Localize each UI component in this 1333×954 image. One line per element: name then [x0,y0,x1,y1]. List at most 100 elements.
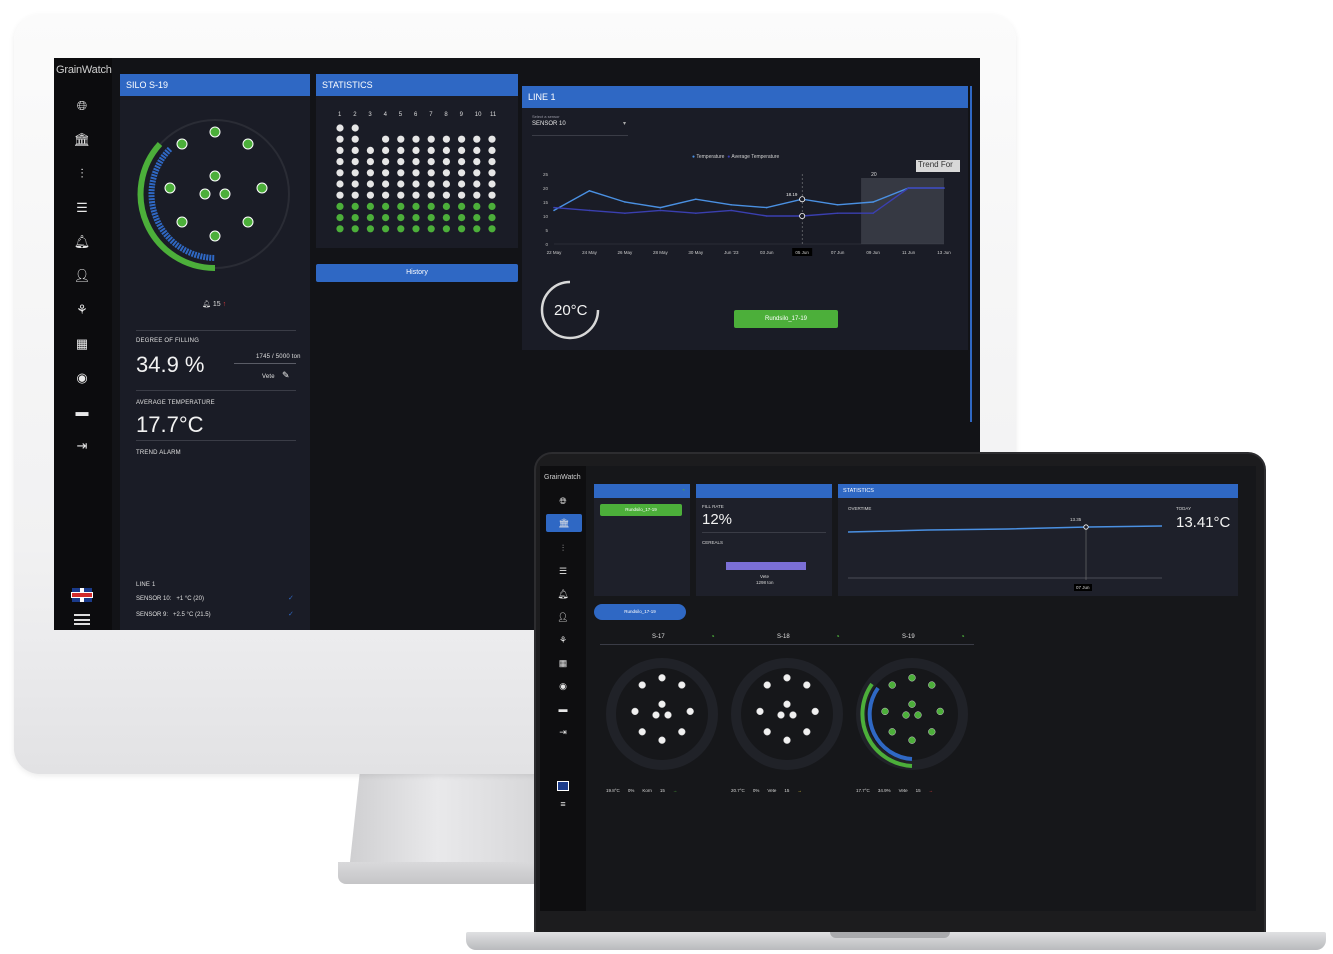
sensor-dot [638,728,646,736]
silo-status-value: 0% [752,788,760,793]
data-point [943,187,945,189]
group-tab[interactable]: Rundsilo_17-19 [594,604,686,620]
signal-icon: ◔ [835,632,840,641]
history-button[interactable]: History [316,264,518,282]
sensor-dot [366,169,374,177]
grain-icon[interactable]: ⚘ [557,635,569,645]
data-point [836,204,839,206]
list-icon[interactable]: ☰ [73,200,91,216]
data-point [659,209,662,212]
eye-icon[interactable]: ◉ [557,681,569,691]
silo-cross-section [606,658,718,770]
divider [136,390,296,391]
sensor-dot [412,191,420,199]
eye-icon[interactable]: ◉ [73,370,91,386]
sensor-dot [382,146,390,154]
sensor-dot [351,135,359,143]
language-flag-icon[interactable] [72,588,92,602]
cereal-name: Vete [760,574,770,579]
avg-temp-value: 17.7°C [136,412,204,437]
statistics-column-label: 6 [414,112,418,118]
laptop-sidebar: GrainWatch 🌐︎ 🏛︎ ⫶ ☰ 🔔︎ 👤︎ ⚘ ▦ ◉ ▬ ⇥ ≡ [540,466,586,911]
silo-status-value: Vete [767,788,777,793]
sensor-dot [442,214,450,222]
legend-item: Temperature [696,154,725,160]
chart-legend: ● Temperature ● Average Temperature [692,154,780,160]
sensor-dot [678,728,686,736]
sensor-dot [427,202,435,210]
silo-tile[interactable]: S-18 ◔ 20.7°C 0% Vete 15 → [725,630,845,810]
sensor-dot [442,191,450,199]
x-tick-label: 24 May [582,250,598,255]
location-button[interactable]: Rundsilo_17-19 [734,310,838,328]
silo-status-value: 17.7°C [856,788,870,793]
silo-panel-title: SILO S-19 [120,74,310,96]
table-icon[interactable]: ▦ [73,336,91,352]
user-icon[interactable]: 👤︎ [73,268,91,284]
logout-icon[interactable]: ⇥ [73,438,91,454]
sensor-dot [427,180,435,188]
sensor-dot [811,707,819,716]
hamburger-menu-icon[interactable] [74,614,90,625]
edit-pencil-icon[interactable]: ✎ [282,370,290,381]
sliders-icon[interactable]: ⫶ [73,166,91,182]
sensor-dot [382,214,390,222]
sensor-dot [397,214,405,222]
data-point [730,204,733,206]
grain-icon[interactable]: ⚘ [73,302,91,318]
statistics-column-label: 2 [353,112,357,118]
x-tick-label: 05 Jun [795,250,809,255]
sensor-dot [763,728,771,736]
sensor-dot [908,674,916,682]
sensor-dot [412,214,420,222]
divider [702,532,826,533]
sensor-dot [638,681,646,689]
product-showcase: GrainWatch 🌐︎ 🏛︎ ⫶ ☰ 🔔︎ 👤︎ ⚘ ▦ ◉ ▬ ⇥ SIL… [0,0,1333,954]
data-point [872,201,874,203]
sensor-select[interactable]: Select a sensor SENSOR 10 ▾ [532,114,628,136]
language-flag-icon[interactable] [557,781,569,791]
location-button[interactable]: Rundsilo_17-19 [600,504,682,516]
sensor-dot [488,180,496,188]
laptop-notch [830,932,950,938]
overtime-marker-value: 13.35 [1070,517,1082,522]
y-tick-label: 10 [543,214,549,219]
globe-icon[interactable]: 🌐︎ [557,496,569,506]
silo-tile[interactable]: S-19 ◔ 17.7°C 34.9% Vete 15 → [850,630,970,810]
camera-icon[interactable]: ▬ [73,404,91,420]
sensor-dot [789,711,797,719]
sensor-dot [442,158,450,166]
sensor-dot [336,135,344,143]
sensor-dot [473,146,481,154]
x-tick-label: 11 Jun [902,250,916,255]
list-icon[interactable]: ☰ [557,566,569,576]
silo-tile[interactable]: S-17 ◔ 19.8°C 0% Korn 15 → [600,630,720,810]
line-label: LINE 1 [136,582,156,588]
data-point [836,212,839,214]
scrollbar[interactable] [970,86,972,422]
silo-status-value: 15 [784,788,790,793]
logout-icon[interactable]: ⇥ [557,727,569,737]
sidebar: GrainWatch 🌐︎ 🏛︎ ⫶ ☰ 🔔︎ 👤︎ ⚘ ▦ ◉ ▬ ⇥ [54,58,112,630]
sensor-row: SENSOR 9: +2.5 °C (21.5) [136,612,211,618]
data-point [765,206,768,209]
bell-icon[interactable]: 🔔︎ [557,589,569,599]
silo-panel: SILO S-19 🔔︎ 15 ↑ DEGREE OF FILLING 34.9… [120,74,310,630]
user-icon[interactable]: 👤︎ [557,612,569,622]
sliders-icon[interactable]: ⫶ [557,543,569,553]
sensor-name: SENSOR 9: [136,612,169,618]
globe-icon[interactable]: 🌐︎ [73,98,91,114]
fill-label: DEGREE OF FILLING [136,338,200,344]
building-icon[interactable]: 🏛︎ [73,132,91,148]
sensor-status-icon: ✓ [288,595,294,602]
hamburger-menu-icon[interactable]: ≡ [557,799,569,809]
table-icon[interactable]: ▦ [557,658,569,668]
camera-icon[interactable]: ▬ [557,704,569,714]
building-icon[interactable]: 🏛︎ [546,514,582,532]
marker-point [799,213,806,220]
data-point [730,209,733,212]
sensor-dot [427,214,435,222]
sensor-dot [397,146,405,154]
sensor-name: SENSOR 10: [136,596,172,602]
bell-icon[interactable]: 🔔︎ [73,234,91,250]
